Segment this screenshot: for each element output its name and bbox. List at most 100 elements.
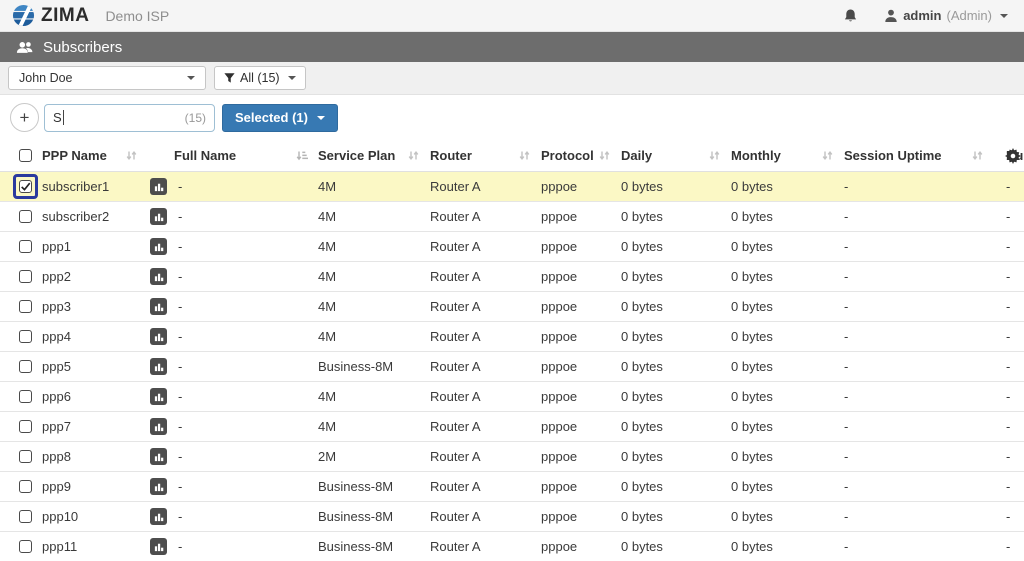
row-checkbox[interactable]: [19, 270, 32, 283]
usage-chart-icon[interactable]: [150, 418, 167, 435]
cell-rules: -: [1006, 179, 1011, 194]
cell-service-plan: 4M: [318, 269, 337, 284]
chevron-down-icon: [316, 115, 325, 120]
column-header-session-uptime[interactable]: Session Uptime: [844, 148, 994, 163]
text-cursor: [62, 110, 64, 125]
usage-chart-icon[interactable]: [150, 208, 167, 225]
row-checkbox[interactable]: [19, 210, 32, 223]
cell-rules: -: [1006, 389, 1011, 404]
cell-ppp-name: ppp10: [42, 509, 79, 524]
usage-chart-icon[interactable]: [150, 508, 167, 525]
row-checkbox[interactable]: [19, 180, 32, 193]
cell-protocol: pppoe: [541, 299, 578, 314]
usage-chart-icon[interactable]: [150, 298, 167, 315]
cell-router: Router A: [430, 449, 481, 464]
cell-service-plan: 4M: [318, 209, 337, 224]
row-checkbox[interactable]: [19, 450, 32, 463]
cell-router: Router A: [430, 359, 481, 374]
table-row: ppp10 - Business-8M Router A pppoe 0 byt…: [0, 502, 1024, 532]
cell-ppp-name: subscriber1: [42, 179, 110, 194]
cell-full-name: -: [178, 449, 183, 464]
cell-service-plan: 4M: [318, 329, 337, 344]
cell-router: Router A: [430, 479, 481, 494]
usage-chart-icon[interactable]: [150, 238, 167, 255]
column-header-daily[interactable]: Daily: [621, 148, 731, 163]
column-settings-gear-icon[interactable]: [1005, 148, 1021, 164]
column-header-protocol[interactable]: Protocol: [541, 148, 621, 163]
cell-session-uptime: -: [844, 419, 849, 434]
cell-monthly: 0 bytes: [731, 479, 773, 494]
filter-bar: John Doe All (15): [0, 62, 1024, 95]
row-checkbox[interactable]: [19, 420, 32, 433]
brand: ZIMA Demo ISP: [12, 4, 169, 27]
row-checkbox[interactable]: [19, 240, 32, 253]
cell-router: Router A: [430, 539, 481, 554]
cell-daily: 0 bytes: [621, 299, 663, 314]
usage-chart-icon[interactable]: [150, 448, 167, 465]
sort-icon: [971, 149, 984, 162]
cell-protocol: pppoe: [541, 359, 578, 374]
cell-session-uptime: -: [844, 449, 849, 464]
add-subscriber-button[interactable]: +: [10, 103, 39, 132]
user-menu[interactable]: admin (Admin): [884, 8, 1012, 23]
cell-service-plan: Business-8M: [318, 509, 394, 524]
user-role: (Admin): [946, 8, 992, 23]
cell-monthly: 0 bytes: [731, 389, 773, 404]
cell-ppp-name: subscriber2: [42, 209, 110, 224]
cell-protocol: pppoe: [541, 509, 578, 524]
usage-chart-icon[interactable]: [150, 388, 167, 405]
cell-router: Router A: [430, 419, 481, 434]
column-header-router[interactable]: Router: [430, 148, 541, 163]
cell-ppp-name: ppp2: [42, 269, 71, 284]
usage-chart-icon[interactable]: [150, 358, 167, 375]
column-header-service-plan[interactable]: Service Plan: [318, 148, 430, 163]
search-input[interactable]: S (15): [44, 103, 215, 132]
row-checkbox[interactable]: [19, 360, 32, 373]
usage-chart-icon[interactable]: [150, 478, 167, 495]
cell-protocol: pppoe: [541, 539, 578, 554]
row-checkbox-annotation: [13, 384, 38, 409]
cell-ppp-name: ppp6: [42, 389, 71, 404]
row-checkbox[interactable]: [19, 510, 32, 523]
cell-session-uptime: -: [844, 299, 849, 314]
cell-service-plan: 2M: [318, 449, 337, 464]
cell-rules: -: [1006, 359, 1011, 374]
usage-chart-icon[interactable]: [150, 178, 167, 195]
usage-chart-icon[interactable]: [150, 538, 167, 555]
cell-rules: -: [1006, 269, 1011, 284]
row-checkbox[interactable]: [19, 390, 32, 403]
row-checkbox[interactable]: [19, 330, 32, 343]
column-header-ppp-name[interactable]: PPP Name: [42, 148, 148, 163]
zima-logo-icon: [12, 4, 35, 27]
cell-full-name: -: [178, 269, 183, 284]
notifications-bell-icon[interactable]: [843, 8, 858, 24]
subscriber-select[interactable]: John Doe: [8, 66, 206, 90]
cell-full-name: -: [178, 239, 183, 254]
cell-rules: -: [1006, 209, 1011, 224]
cell-full-name: -: [178, 389, 183, 404]
status-filter-button[interactable]: All (15): [214, 66, 306, 90]
column-header-monthly[interactable]: Monthly: [731, 148, 844, 163]
row-checkbox[interactable]: [19, 300, 32, 313]
table-row: ppp8 - 2M Router A pppoe 0 bytes 0 bytes…: [0, 442, 1024, 472]
select-all-checkbox[interactable]: [19, 149, 32, 162]
cell-daily: 0 bytes: [621, 239, 663, 254]
row-checkbox[interactable]: [19, 480, 32, 493]
selected-dropdown-button[interactable]: Selected (1): [222, 103, 338, 132]
chevron-down-icon: [287, 76, 296, 80]
cell-router: Router A: [430, 179, 481, 194]
table-row: ppp5 - Business-8M Router A pppoe 0 byte…: [0, 352, 1024, 382]
table-body: subscriber1 - 4M Router A pppoe 0 bytes …: [0, 172, 1024, 561]
user-icon: [885, 9, 897, 22]
table-row: ppp7 - 4M Router A pppoe 0 bytes 0 bytes…: [0, 412, 1024, 442]
table-row: ppp3 - 4M Router A pppoe 0 bytes 0 bytes…: [0, 292, 1024, 322]
usage-chart-icon[interactable]: [150, 268, 167, 285]
usage-chart-icon[interactable]: [150, 328, 167, 345]
row-checkbox-annotation: [13, 174, 38, 199]
row-checkbox[interactable]: [19, 540, 32, 553]
row-checkbox-annotation: [13, 294, 38, 319]
cell-router: Router A: [430, 509, 481, 524]
section-header: Subscribers: [0, 32, 1024, 62]
action-bar: + S (15) Selected (1): [0, 95, 1024, 140]
column-header-full-name[interactable]: Full Name: [148, 148, 318, 163]
